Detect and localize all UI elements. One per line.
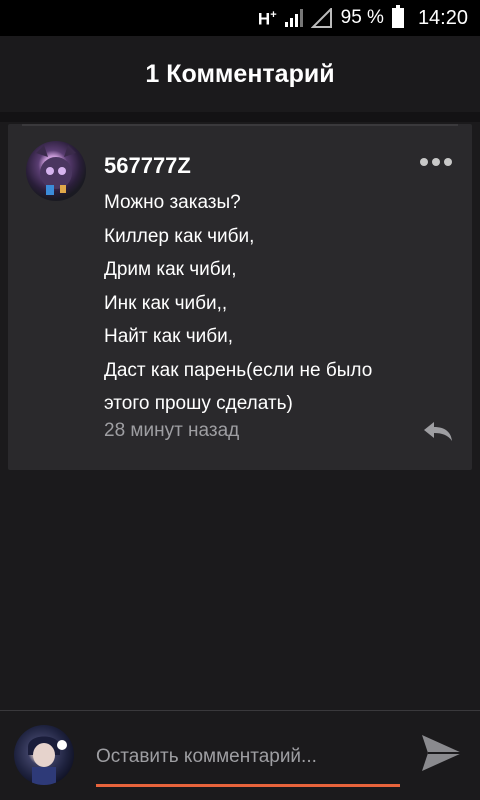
comment-input[interactable]: [96, 737, 400, 787]
comment-line: этого прошу сделать): [104, 393, 293, 414]
network-type-indicator: H+: [257, 8, 277, 29]
user-avatar-image: [28, 736, 67, 785]
comment-line: Киллер как чиби,: [104, 225, 255, 247]
reply-icon[interactable]: [422, 420, 454, 442]
comment-timestamp: 28 минут назад: [104, 420, 240, 441]
comment-text: Можно заказы? Киллер как чиби, Дрим как …: [104, 186, 454, 421]
comment-line: Инк как чиби,,: [104, 292, 228, 314]
comment-line: Можно заказы?: [104, 192, 241, 213]
comment-line: Найт как чиби,: [104, 326, 234, 347]
clock: 14:20: [417, 6, 468, 29]
comments-header: 1 Комментарий: [0, 36, 480, 112]
avatar-image: [36, 145, 76, 195]
comment-card: 567777Z Можно заказы? Киллер как чиби, Д…: [8, 124, 472, 470]
signal-strength-icon: [310, 8, 332, 28]
battery-percentage: 95 %: [340, 7, 384, 28]
header-divider: [0, 112, 480, 122]
card-divider: [22, 124, 458, 126]
send-icon[interactable]: [420, 733, 464, 773]
page-title: 1 Комментарий: [145, 59, 335, 88]
user-avatar[interactable]: [14, 725, 74, 785]
more-dots-icon[interactable]: [420, 158, 452, 166]
comment-line: Даст как парень(если не было: [104, 359, 373, 381]
commenter-avatar[interactable]: [26, 141, 86, 201]
data-activity-icon: [284, 9, 303, 27]
commenter-username[interactable]: 567777Z: [104, 153, 191, 179]
battery-icon: [391, 5, 404, 28]
comment-input-bar: [0, 711, 480, 800]
status-bar: H+ 95 % 14:20: [0, 0, 480, 36]
comment-line: Дрим как чиби,: [104, 259, 237, 280]
